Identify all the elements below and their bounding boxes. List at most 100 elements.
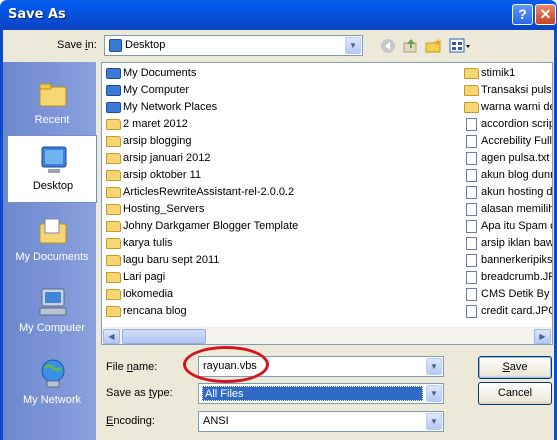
scroll-thumb[interactable] xyxy=(122,329,206,344)
list-item[interactable]: Hosting_Servers xyxy=(105,201,457,218)
list-item[interactable]: agen pulsa.txt xyxy=(463,150,552,167)
file-name: breadcrumb.JP xyxy=(481,271,553,283)
file-name: lokomedia xyxy=(123,288,174,300)
file-name: Lari pagi xyxy=(123,271,166,283)
place-desktop[interactable]: Desktop xyxy=(7,135,97,203)
list-item[interactable]: Transaksi pulsa xyxy=(463,82,552,99)
list-item[interactable]: My Computer xyxy=(105,82,457,99)
window-title: Save As xyxy=(8,7,66,22)
list-item[interactable]: My Documents xyxy=(105,65,457,82)
save-as-type-label: Save as type: xyxy=(106,387,173,399)
file-name: stimik1 xyxy=(481,67,516,79)
file-name: arsip iklan baw xyxy=(481,237,553,249)
encoding-label: Encoding: xyxy=(106,415,155,427)
save-in-combo[interactable]: Desktop ▼ xyxy=(104,35,363,56)
folder-icon xyxy=(106,221,121,232)
encoding-select[interactable]: ANSI ▼ xyxy=(198,411,444,432)
place-my-documents[interactable]: My Documents xyxy=(7,207,97,275)
file-name: Accrebility Full xyxy=(481,135,552,147)
place-my-computer[interactable]: My Computer xyxy=(7,278,97,346)
list-item[interactable]: Accrebility Full xyxy=(463,133,552,150)
place-recent[interactable]: Recent xyxy=(7,70,97,138)
save-as-type-select[interactable]: All Files ▼ xyxy=(198,383,444,404)
file-name: akun hosting d xyxy=(481,186,553,198)
list-item[interactable]: karya tulis xyxy=(105,235,457,252)
chevron-down-icon[interactable]: ▼ xyxy=(345,37,361,54)
list-item[interactable]: akun hosting d xyxy=(463,184,553,201)
list-item[interactable]: alasan memilih xyxy=(463,201,553,218)
scroll-right-icon[interactable]: ▶ xyxy=(534,329,551,344)
back-icon[interactable] xyxy=(378,37,398,55)
file-name: 2 maret 2012 xyxy=(123,118,188,130)
views-menu-icon[interactable] xyxy=(449,37,473,55)
file-column-1: My Documents My Computer My Network Places… xyxy=(105,65,457,320)
up-folder-icon[interactable] xyxy=(401,37,421,55)
list-item[interactable]: Johny Darkgamer Blogger Template xyxy=(105,218,457,235)
file-icon xyxy=(466,237,477,250)
save-in-value: Desktop xyxy=(125,39,166,51)
place-my-network[interactable]: My Network xyxy=(7,350,97,418)
scroll-left-icon[interactable]: ◀ xyxy=(103,329,120,344)
list-item[interactable]: arsip iklan baw xyxy=(463,235,553,252)
my-network-icon xyxy=(41,359,65,388)
system-folder-icon xyxy=(106,85,121,96)
folder-icon xyxy=(106,136,121,147)
list-item[interactable]: arsip blogging xyxy=(105,133,457,150)
file-icon xyxy=(466,186,477,199)
list-item[interactable]: akun blog dunn xyxy=(463,167,552,184)
file-name: ArticlesRewriteAssistant-rel-2.0.0.2 xyxy=(123,186,295,198)
list-item[interactable]: ArticlesRewriteAssistant-rel-2.0.0.2 xyxy=(105,184,457,201)
folder-icon xyxy=(106,272,121,283)
desktop-icon xyxy=(41,146,67,173)
file-name: rencana blog xyxy=(123,305,187,317)
horizontal-scrollbar[interactable]: ◀ ▶ xyxy=(102,327,552,344)
chevron-down-icon[interactable]: ▼ xyxy=(426,385,442,402)
my-computer-icon xyxy=(39,288,67,316)
file-icon xyxy=(466,288,477,301)
folder-icon xyxy=(106,238,121,249)
file-name: My Documents xyxy=(123,67,197,79)
places-bar: Recent Desktop My Documents My Computer … xyxy=(3,62,97,440)
chevron-down-icon[interactable]: ▼ xyxy=(426,358,442,375)
system-folder-icon xyxy=(106,68,121,79)
file-list[interactable]: My Documents My Computer My Network Places… xyxy=(101,62,553,345)
list-item[interactable]: Apa itu Spam c xyxy=(463,218,552,235)
folder-icon xyxy=(106,153,121,164)
list-item[interactable]: arsip oktober 11 xyxy=(105,167,457,184)
list-item[interactable]: rencana blog xyxy=(105,303,457,320)
new-folder-icon[interactable] xyxy=(424,37,444,55)
file-name: alasan memilih xyxy=(481,203,553,215)
file-name: Johny Darkgamer Blogger Template xyxy=(123,220,299,232)
list-item[interactable]: stimik1 xyxy=(463,65,552,82)
close-button[interactable]: ✕ xyxy=(535,4,556,25)
list-item[interactable]: lokomedia xyxy=(105,286,457,303)
chevron-down-icon[interactable]: ▼ xyxy=(426,413,442,430)
folder-icon xyxy=(464,68,479,79)
list-item[interactable]: credit card.JPG xyxy=(463,303,552,320)
list-item[interactable]: Lari pagi xyxy=(105,269,457,286)
cancel-button[interactable]: Cancel xyxy=(478,382,552,405)
my-documents-icon xyxy=(39,218,67,244)
list-item[interactable]: bannerkeripiks xyxy=(463,252,552,269)
title-bar[interactable]: Save As ? ✕ xyxy=(0,0,557,30)
list-item[interactable]: arsip januari 2012 xyxy=(105,150,457,167)
encoding-value: ANSI xyxy=(203,415,229,427)
folder-icon xyxy=(464,102,479,113)
list-item[interactable]: My Network Places xyxy=(105,99,457,116)
folder-icon xyxy=(106,289,121,300)
recent-icon xyxy=(39,83,67,107)
file-name: arsip oktober 11 xyxy=(123,169,202,181)
save-button[interactable]: Save xyxy=(478,356,552,379)
folder-icon xyxy=(106,255,121,266)
list-item[interactable]: 2 maret 2012 xyxy=(105,116,457,133)
file-name: arsip blogging xyxy=(123,135,192,147)
file-name: warna warni de xyxy=(481,101,553,113)
list-item[interactable]: CMS Detik By S xyxy=(463,286,552,303)
help-button[interactable]: ? xyxy=(512,4,533,25)
list-item[interactable]: warna warni de xyxy=(463,99,553,116)
list-item[interactable]: breadcrumb.JP xyxy=(463,269,553,286)
list-item[interactable]: lagu baru sept 2011 xyxy=(105,252,457,269)
desktop-small-icon xyxy=(109,39,122,52)
file-icon xyxy=(466,118,477,131)
list-item[interactable]: accordion scrip xyxy=(463,116,552,133)
